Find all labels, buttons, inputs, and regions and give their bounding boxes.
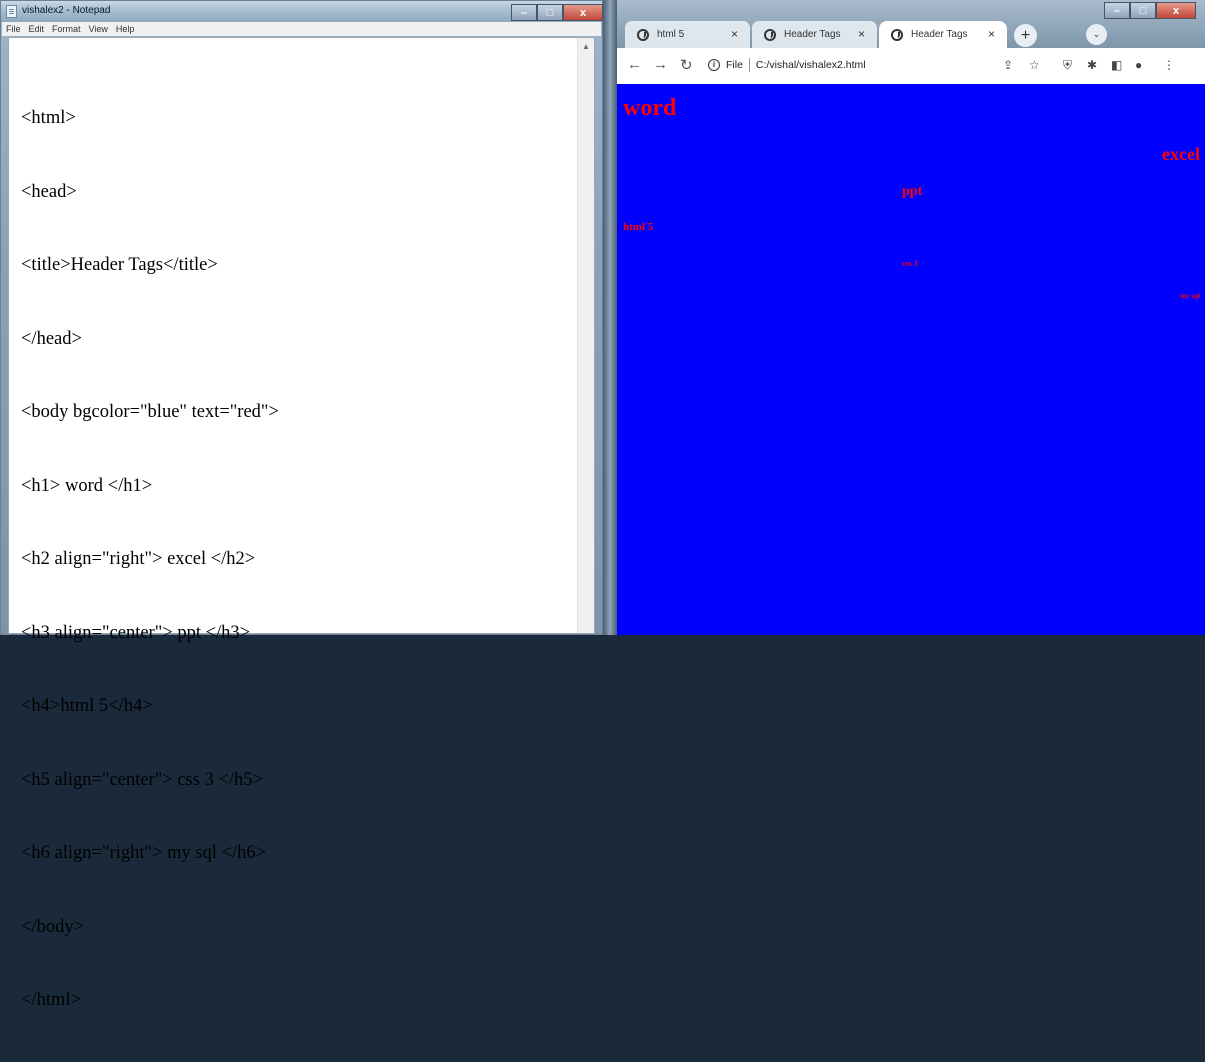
profile-avatar-icon[interactable]: ●: [1135, 58, 1142, 72]
tab-header-tags-active[interactable]: Header Tags ×: [879, 21, 1007, 48]
browser-toolbar: ← → ↻ i File C:/vishal/vishalex2.html ⇪ …: [617, 48, 1205, 85]
scroll-up-arrow-icon[interactable]: ▲: [582, 42, 590, 51]
code-line: <h2 align="right"> excel </h2>: [21, 549, 256, 569]
heading-h2: excel: [1162, 144, 1200, 164]
code-line: <html>: [21, 108, 76, 128]
bookmark-star-icon[interactable]: ☆: [1029, 58, 1040, 72]
code-line: <head>: [21, 181, 77, 202]
menu-kebab-icon[interactable]: ⋮: [1163, 58, 1175, 72]
browser-window: html 5 × Header Tags × Header Tags × + ⌄…: [617, 0, 1205, 635]
forward-arrow-icon[interactable]: →: [653, 56, 668, 73]
notepad-content: <html> <head> <title>Header Tags</title>…: [21, 57, 279, 1062]
notepad-text-area[interactable]: <html> <head> <title>Header Tags</title>…: [8, 37, 595, 1010]
code-line: <h6 align="right"> my sql </h6>: [21, 843, 267, 863]
globe-icon: [637, 28, 649, 41]
menu-file[interactable]: File: [2, 22, 25, 36]
code-line: <h3 align="center"> ppt </h3>: [21, 622, 251, 643]
code-line: <title>Header Tags</title>: [21, 255, 218, 275]
close-button[interactable]: x: [563, 4, 603, 21]
address-url: C:/vishal/vishalex2.html: [755, 58, 866, 71]
tab-label: Header Tags: [911, 29, 968, 40]
menu-edit[interactable]: Edit: [25, 22, 49, 36]
address-scheme: File: [726, 58, 743, 71]
address-separator: [748, 57, 750, 72]
heading-h4: html 5: [623, 221, 654, 233]
notepad-window-controls: – □ x: [511, 4, 603, 21]
new-tab-button[interactable]: +: [1014, 24, 1037, 47]
tab-label: Header Tags: [784, 29, 841, 40]
code-line: </head>: [21, 328, 82, 349]
notepad-app-icon: [6, 5, 17, 18]
tab-header-tags[interactable]: Header Tags ×: [752, 21, 877, 48]
menu-format[interactable]: Format: [48, 22, 85, 36]
code-line: </body>: [21, 916, 85, 937]
extensions-puzzle-icon[interactable]: ✱: [1087, 58, 1097, 72]
notepad-title: vishalex2 - Notepad: [22, 5, 111, 16]
code-line: </html>: [21, 990, 81, 1010]
menu-view[interactable]: View: [85, 22, 112, 36]
tab-search-chevron-icon[interactable]: ⌄: [1086, 24, 1107, 45]
maximize-button[interactable]: □: [537, 4, 563, 21]
page-viewport: word excel ppt html 5 css 3 my sql: [617, 84, 1205, 635]
close-button[interactable]: x: [1156, 2, 1196, 19]
heading-h3: ppt: [902, 184, 923, 199]
heading-h1: word: [623, 95, 677, 121]
code-line: <h1> word </h1>: [21, 475, 153, 496]
window-divider: [603, 0, 617, 635]
minimize-button[interactable]: –: [511, 4, 537, 21]
vertical-scrollbar[interactable]: ▲: [577, 38, 594, 633]
side-panel-icon[interactable]: ◧: [1111, 58, 1122, 72]
info-icon[interactable]: i: [708, 58, 720, 71]
shield-extension-icon[interactable]: ⛨: [1063, 58, 1072, 73]
tab-html5[interactable]: html 5 ×: [625, 21, 750, 48]
share-icon[interactable]: ⇪: [1003, 58, 1013, 72]
globe-icon: [891, 28, 903, 41]
code-line: <h5 align="center"> css 3 </h5>: [21, 769, 263, 790]
minimize-button[interactable]: –: [1104, 2, 1130, 19]
tab-close-icon[interactable]: ×: [988, 27, 995, 41]
notepad-menubar: File Edit Format View Help: [2, 22, 601, 36]
address-bar[interactable]: i File C:/vishal/vishalex2.html: [708, 52, 988, 77]
code-line: <h4>html 5</h4>: [21, 696, 153, 716]
code-line: <body bgcolor="blue" text="red">: [21, 402, 279, 422]
browser-window-controls: – □ x: [1104, 2, 1196, 19]
globe-icon: [764, 28, 776, 41]
tab-close-icon[interactable]: ×: [858, 27, 865, 41]
notepad-window: vishalex2 - Notepad – □ x File Edit Form…: [0, 0, 603, 1010]
browser-tabstrip: html 5 × Header Tags × Header Tags × + ⌄…: [617, 0, 1205, 48]
heading-h6: my sql: [1180, 292, 1200, 300]
menu-help[interactable]: Help: [112, 22, 139, 36]
tab-label: html 5: [657, 29, 685, 40]
maximize-button[interactable]: □: [1130, 2, 1156, 19]
tab-close-icon[interactable]: ×: [731, 27, 738, 41]
notepad-titlebar[interactable]: vishalex2 - Notepad – □ x: [1, 1, 603, 22]
back-arrow-icon[interactable]: ←: [627, 56, 642, 73]
reload-icon[interactable]: ↻: [680, 56, 693, 74]
heading-h5: css 3: [902, 259, 918, 268]
